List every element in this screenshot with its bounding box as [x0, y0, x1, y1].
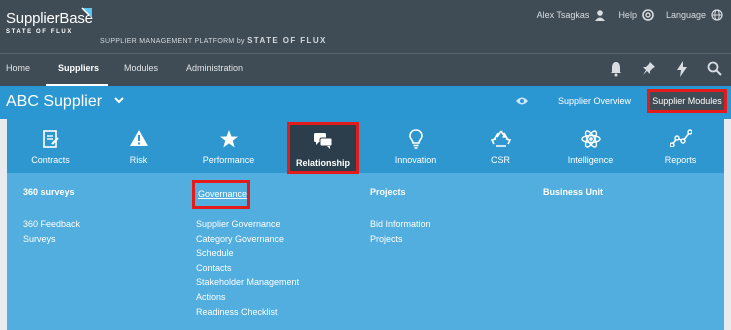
logo-mark-icon	[81, 7, 92, 18]
column-360-surveys: 360 surveys 360 Feedback Surveys	[23, 187, 80, 244]
module-tiles: Contracts Risk Performance Relationship …	[7, 119, 724, 174]
recycle-icon	[490, 130, 511, 147]
platform-org: STATE OF FLUX	[247, 36, 327, 45]
language-label: Language	[665, 10, 706, 20]
risk-icon	[129, 130, 148, 146]
list-item[interactable]: Surveys	[23, 232, 80, 247]
list-item[interactable]: Actions	[196, 290, 299, 305]
supplier-modules-label: Supplier Modules	[652, 96, 722, 106]
module-label: Risk	[129, 155, 148, 165]
user-name: Alex Tsagkas	[536, 10, 590, 20]
module-contracts[interactable]: Contracts	[7, 119, 94, 173]
list-item[interactable]: Projects	[370, 232, 431, 247]
module-risk[interactable]: Risk	[95, 119, 182, 173]
logo-sub: STATE OF FLUX	[6, 29, 73, 35]
nav-suppliers[interactable]: Suppliers	[58, 63, 99, 73]
module-csr[interactable]: CSR	[457, 119, 544, 173]
module-label: Reports	[664, 155, 697, 165]
module-label: Intelligence	[567, 155, 614, 165]
supplier-overview-link[interactable]: Supplier Overview	[558, 96, 631, 106]
modules-panel: Contracts Risk Performance Relationship …	[7, 119, 724, 330]
platform-by: by	[236, 38, 245, 45]
chat-icon	[314, 133, 333, 149]
help-link[interactable]: Help	[618, 9, 654, 21]
pin-icon[interactable]	[642, 61, 656, 77]
list-item[interactable]: Schedule	[196, 246, 299, 261]
page: SupplierBase STATE OF FLUX SUPPLIER MANA…	[0, 0, 731, 330]
module-label: Innovation	[394, 155, 437, 165]
help-label: Help	[618, 10, 637, 20]
module-label: Contracts	[31, 155, 70, 165]
eye-icon[interactable]	[515, 96, 529, 106]
lifebuoy-icon	[642, 9, 654, 21]
atom-icon	[580, 130, 601, 148]
governance-heading[interactable]: Governance	[192, 180, 250, 209]
search-icon[interactable]	[707, 61, 722, 77]
module-label: Performance	[202, 155, 255, 165]
module-performance[interactable]: Performance	[185, 119, 272, 173]
list-item[interactable]: 360 Feedback	[23, 217, 80, 232]
module-label: CSR	[490, 155, 510, 165]
module-reports[interactable]: Reports	[637, 119, 724, 173]
user-menu: Alex Tsagkas Help Language	[531, 9, 723, 21]
list-item[interactable]: Bid Information	[370, 217, 431, 232]
list-item[interactable]: Category Governance	[196, 232, 299, 247]
list-item[interactable]: Contacts	[196, 261, 299, 276]
column-list: Bid Information Projects	[370, 217, 431, 246]
top-header: SupplierBase STATE OF FLUX SUPPLIER MANA…	[0, 0, 731, 53]
supplier-bar: ABC Supplier Supplier Overview Supplier …	[0, 86, 731, 119]
nav-home[interactable]: Home	[6, 63, 30, 73]
supplier-name: ABC Supplier	[6, 93, 103, 110]
platform-text: SUPPLIER MANAGEMENT PLATFORM	[100, 38, 235, 45]
column-list: 360 Feedback Surveys	[23, 217, 80, 246]
list-item[interactable]: Supplier Governance	[196, 217, 299, 232]
nav-administration[interactable]: Administration	[186, 63, 243, 73]
user-account[interactable]: Alex Tsagkas	[537, 9, 607, 21]
supplier-modules-button[interactable]: Supplier Modules	[647, 89, 727, 113]
column-list: Supplier Governance Category Governance …	[196, 217, 299, 319]
column-heading[interactable]: Projects	[370, 187, 406, 201]
contracts-icon	[42, 130, 59, 148]
logo[interactable]: SupplierBase STATE OF FLUX	[6, 7, 93, 35]
language-link[interactable]: Language	[666, 9, 723, 21]
user-icon	[595, 10, 606, 21]
list-item[interactable]: Stakeholder Management	[196, 275, 299, 290]
column-heading[interactable]: 360 surveys	[23, 187, 75, 201]
bell-icon[interactable]	[610, 61, 622, 77]
lightbulb-icon	[408, 129, 423, 149]
chevron-down-icon[interactable]	[113, 96, 125, 106]
column-projects: Projects Bid Information Projects	[370, 187, 431, 244]
module-innovation[interactable]: Innovation	[372, 119, 459, 173]
lightning-icon[interactable]	[677, 61, 687, 77]
main-nav: Home Suppliers Modules Administration	[0, 53, 731, 87]
module-label: Relationship	[295, 158, 350, 168]
star-icon	[219, 130, 238, 148]
graph-icon	[669, 129, 692, 147]
module-relationship[interactable]: Relationship	[287, 122, 359, 174]
platform-tagline: SUPPLIER MANAGEMENT PLATFORM by STATE OF…	[100, 36, 327, 45]
nav-modules[interactable]: Modules	[124, 63, 158, 73]
globe-icon	[711, 9, 723, 21]
list-item[interactable]: Readiness Checklist	[196, 305, 299, 320]
column-business-unit: Business Unit	[543, 187, 603, 201]
column-heading[interactable]: Business Unit	[543, 187, 603, 201]
module-intelligence[interactable]: Intelligence	[547, 119, 634, 173]
